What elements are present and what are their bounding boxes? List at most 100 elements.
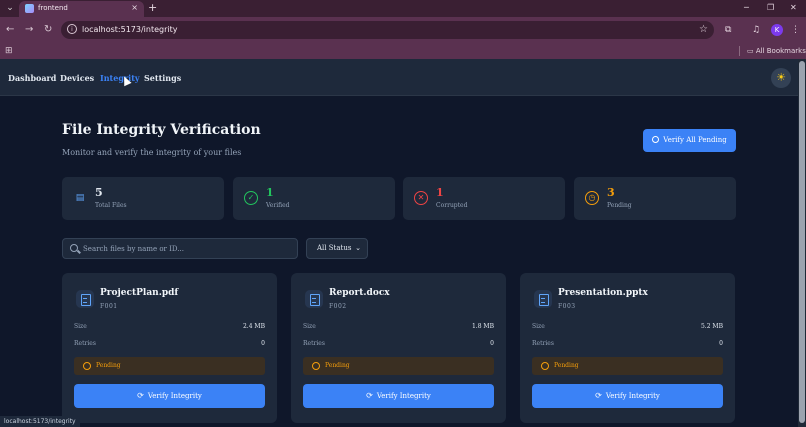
file-document-icon	[305, 290, 323, 308]
search-input[interactable]	[83, 239, 293, 258]
status-badge: Pending	[532, 357, 723, 375]
browser-menu-icon[interactable]: ⋮	[791, 24, 800, 36]
stat-value: 1	[436, 186, 444, 199]
file-id: F003	[558, 303, 576, 310]
bookmarks-divider	[739, 46, 740, 56]
status-badge: Pending	[74, 357, 265, 375]
verify-all-label: Verify All Pending	[663, 136, 727, 144]
stat-card-verified: ✓ 1 Verified	[233, 177, 395, 220]
retries-value: 0	[719, 340, 723, 347]
file-card: ProjectPlan.pdf F001 Size 2.4 MB Retries…	[62, 273, 277, 423]
file-id: F001	[100, 303, 118, 310]
verify-label: Verify Integrity	[605, 392, 660, 400]
stat-label: Total Files	[95, 202, 127, 209]
chevron-down-icon: ⌄	[355, 244, 361, 252]
scrollbar-thumb[interactable]	[799, 61, 805, 423]
nav-settings[interactable]: Settings	[144, 73, 181, 84]
file-card: Presentation.pptx F003 Size 5.2 MB Retri…	[520, 273, 735, 423]
file-card: Report.docx F002 Size 1.8 MB Retries 0 P…	[291, 273, 506, 423]
status-filter-select[interactable]: All Status ⌄	[306, 238, 368, 259]
size-value: 2.4 MB	[242, 323, 265, 330]
stat-card-corrupted: ✕ 1 Corrupted	[403, 177, 565, 220]
nav-devices[interactable]: Devices	[60, 73, 94, 84]
all-bookmarks-label: All Bookmarks	[755, 47, 806, 55]
file-name: Presentation.pptx	[558, 288, 648, 298]
page-title: File Integrity Verification	[62, 122, 261, 138]
clock-icon: ◷	[585, 191, 599, 205]
page-subtitle: Monitor and verify the integrity of your…	[62, 148, 242, 157]
size-label: Size	[532, 323, 545, 330]
refresh-icon: ⟳	[366, 391, 373, 400]
top-navigation: Dashboard Devices Integrity Settings ☀	[0, 59, 798, 96]
stat-label: Corrupted	[436, 202, 468, 209]
app-viewport: Dashboard Devices Integrity Settings ☀ F…	[0, 59, 798, 427]
site-info-icon[interactable]: i	[67, 24, 77, 34]
minimize-icon[interactable]: ─	[744, 2, 749, 14]
profile-avatar[interactable]: K	[771, 24, 783, 36]
verify-label: Verify Integrity	[147, 392, 202, 400]
browser-tab-strip: ⌄ frontend × + ─ ❐ ✕	[0, 0, 806, 17]
omnibox[interactable]: i localhost:5173/integrity ☆	[61, 21, 714, 39]
file-name: ProjectPlan.pdf	[100, 288, 179, 298]
status-text: Pending	[96, 362, 121, 369]
verify-label: Verify Integrity	[376, 392, 431, 400]
extensions-icon[interactable]: ⧉	[725, 24, 731, 36]
apps-grid-icon[interactable]: ⊞	[5, 46, 13, 56]
nav-dashboard[interactable]: Dashboard	[8, 73, 56, 84]
size-label: Size	[74, 323, 87, 330]
verify-integrity-button[interactable]: ⟳ Verify Integrity	[74, 384, 265, 408]
retries-label: Retries	[532, 340, 554, 347]
status-badge: Pending	[303, 357, 494, 375]
status-text: Pending	[325, 362, 350, 369]
new-tab-button[interactable]: +	[148, 1, 157, 15]
stat-value: 5	[95, 186, 103, 199]
stat-card-total: ▤ 5 Total Files	[62, 177, 224, 220]
forward-icon[interactable]: →	[25, 23, 33, 37]
file-document-icon	[76, 290, 94, 308]
favicon-icon	[25, 4, 34, 13]
bookmark-star-icon[interactable]: ☆	[699, 23, 708, 36]
retries-value: 0	[261, 340, 265, 347]
media-icon[interactable]: ♫	[752, 24, 760, 36]
close-tab-icon[interactable]: ×	[131, 2, 138, 14]
link-status-url: localhost:5173/integrity	[0, 416, 80, 427]
refresh-icon: ⟳	[137, 391, 144, 400]
folder-icon: ▭	[747, 47, 756, 55]
document-icon: ▤	[75, 193, 85, 203]
check-circle-icon: ✓	[244, 191, 258, 205]
all-bookmarks-button[interactable]: ▭ All Bookmarks	[747, 45, 806, 57]
clock-icon	[312, 362, 320, 370]
size-value: 5.2 MB	[700, 323, 723, 330]
tab-search-button[interactable]: ⌄	[3, 2, 17, 15]
restore-icon[interactable]: ❐	[767, 2, 774, 14]
page-scrollbar[interactable]	[798, 59, 806, 427]
size-value: 1.8 MB	[471, 323, 494, 330]
status-text: Pending	[554, 362, 579, 369]
stat-card-pending: ◷ 3 Pending	[574, 177, 736, 220]
window-close-icon[interactable]: ✕	[790, 2, 797, 14]
stat-value: 3	[607, 186, 615, 199]
retries-label: Retries	[74, 340, 96, 347]
status-filter-value: All Status	[317, 244, 352, 252]
verify-integrity-button[interactable]: ⟳ Verify Integrity	[303, 384, 494, 408]
x-circle-icon: ✕	[414, 191, 428, 205]
verify-all-pending-button[interactable]: Verify All Pending	[643, 129, 736, 152]
search-box	[62, 238, 298, 259]
file-id: F002	[329, 303, 347, 310]
browser-tab[interactable]: frontend ×	[19, 1, 144, 17]
stat-label: Verified	[266, 202, 290, 209]
verify-integrity-button[interactable]: ⟳ Verify Integrity	[532, 384, 723, 408]
size-label: Size	[303, 323, 316, 330]
clock-icon	[83, 362, 91, 370]
bookmarks-bar: ⊞ ▭ All Bookmarks	[0, 43, 806, 59]
tab-title: frontend	[38, 4, 68, 12]
retries-value: 0	[490, 340, 494, 347]
theme-toggle-sun-icon[interactable]: ☀	[771, 68, 791, 88]
clock-icon	[541, 362, 549, 370]
search-icon	[70, 244, 78, 252]
back-icon[interactable]: ←	[6, 23, 14, 37]
shield-icon	[652, 136, 660, 143]
reload-icon[interactable]: ↻	[44, 23, 52, 37]
url-text[interactable]: localhost:5173/integrity	[82, 24, 177, 36]
file-name: Report.docx	[329, 288, 390, 298]
